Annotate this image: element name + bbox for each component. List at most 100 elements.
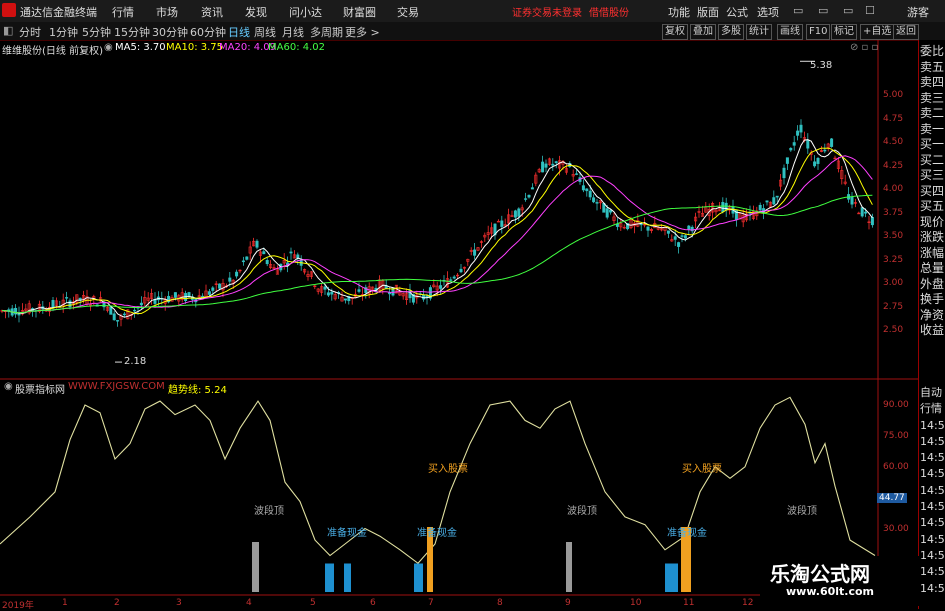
side-item[interactable]: 行情 [920,401,945,417]
candle-body [524,198,528,200]
period-month[interactable]: 月线 [282,24,304,40]
candle-body [588,190,592,198]
period-15min[interactable]: 15分钟 [114,24,150,40]
time-item: 14:50 [920,451,945,465]
period-more[interactable]: 更多 > [345,24,380,40]
side-item[interactable]: 卖一 [920,122,944,138]
panel-toggle-icon[interactable]: ◧ [3,24,13,37]
time-item: 14:50 [920,548,945,562]
side-item[interactable]: 卖二 [920,106,944,122]
menu-hangqing[interactable]: 行情 [112,4,134,20]
candle-body [133,309,137,312]
side-item[interactable]: 卖三 [920,91,944,107]
candle-body [581,185,585,191]
side-item[interactable]: 收益 [920,323,944,339]
time-item: 14:50 [920,467,945,481]
candle-body [772,197,776,205]
side-item[interactable]: 净资 [920,308,944,324]
side-item[interactable]: 卖五 [920,60,944,76]
menu-wenxiaoda[interactable]: 问小达 [289,4,322,20]
side-item[interactable]: 自动 [920,385,945,401]
ind-tick: 90.00 [883,400,909,410]
candle-body [323,286,327,290]
restore-icon[interactable]: ▭ [843,4,853,17]
side-item[interactable]: 总量 [920,261,944,277]
back-button[interactable]: 返回 [893,24,919,40]
side-item[interactable]: 买四 [920,184,944,200]
x-label: 12 [742,598,754,608]
candle-body [343,298,347,301]
add-watchlist-button[interactable]: +自选 [860,24,895,40]
menu-shichang[interactable]: 市场 [156,4,178,20]
period-30min[interactable]: 30分钟 [152,24,188,40]
candle-body [860,207,864,217]
candle-body [245,256,249,260]
candle-body [785,157,789,164]
time-item: 14:50 [920,418,945,432]
layout-button[interactable]: 版面 [697,4,719,20]
f10-button[interactable]: F10 [806,24,831,40]
price-tick: 4.75 [883,114,904,124]
mark-button[interactable]: 标记 [831,24,857,40]
candle-body [449,279,453,281]
candle-body [452,276,456,279]
menu-faxian[interactable]: 发现 [245,4,267,20]
candle-body [721,202,725,213]
fuquan-button[interactable]: 复权 [662,24,688,40]
candle-body [78,297,82,301]
candle-body [585,188,589,192]
minimize-icon[interactable]: ▭ [793,4,803,17]
candle-body [765,200,769,203]
period-60min[interactable]: 60分钟 [190,24,226,40]
draw-line-button[interactable]: 画线 [777,24,803,40]
side-item[interactable]: 买三 [920,168,944,184]
menu-zixun[interactable]: 资讯 [201,4,223,20]
multi-stock-button[interactable]: 多股 [718,24,744,40]
indicator-settings-icon[interactable]: ◉ [4,381,13,392]
side-item[interactable]: 买二 [920,153,944,169]
func-button[interactable]: 功能 [668,4,690,20]
side-item[interactable]: 外盘 [920,277,944,293]
login-warning[interactable]: 证券交易未登录 [512,4,582,19]
side-item[interactable]: 买一 [920,137,944,153]
period-day[interactable]: 日线 [228,24,250,40]
period-week[interactable]: 周线 [254,24,276,40]
options-button[interactable]: 选项 [757,4,779,20]
candle-body [687,225,691,230]
period-1min[interactable]: 1分钟 [49,24,78,40]
candle-body [823,149,827,152]
side-item[interactable]: 委比 [920,44,944,60]
signal-top-label: 波段顶 [567,506,597,517]
candle-body [187,292,191,297]
candle-body [112,313,116,321]
period-toolbar: ◧ 分时 1分钟 5分钟 15分钟 30分钟 60分钟 日线 周线 月线 多周期… [0,22,945,41]
side-item[interactable]: 现价 [920,215,944,231]
menu-caifuquan[interactable]: 财富圈 [343,4,376,20]
candle-body [326,292,330,296]
side-item[interactable]: 涨幅 [920,246,944,262]
side-item[interactable]: 买五 [920,199,944,215]
stats-button[interactable]: 统计 [746,24,772,40]
candle-body [680,235,684,237]
settings-icon[interactable]: ▭ [818,4,828,17]
x-label: 5 [310,598,316,608]
guest-label[interactable]: 游客 [907,4,929,20]
period-multi[interactable]: 多周期 [310,24,343,40]
period-fenshi[interactable]: 分时 [19,24,41,40]
ma-settings-icon[interactable]: ◉ [104,42,113,53]
side-item[interactable]: 卖四 [920,75,944,91]
signal-bar [325,563,334,592]
formula-button[interactable]: 公式 [726,4,748,20]
user-icon[interactable]: ☐ [865,4,875,17]
signal-prepare-label: 准备现金 [667,528,707,539]
close-pane-icon[interactable]: ⊘ ▫ ▫ [850,42,878,53]
candle-body [792,142,796,146]
menu-jiaoyi[interactable]: 交易 [397,4,419,20]
kline-chart[interactable] [0,40,918,609]
side-item[interactable]: 换手 [920,292,944,308]
side-item[interactable]: 涨跌 [920,230,944,246]
candle-body [109,306,113,315]
overlay-button[interactable]: 叠加 [690,24,716,40]
candle-body [207,291,211,295]
period-5min[interactable]: 5分钟 [82,24,111,40]
